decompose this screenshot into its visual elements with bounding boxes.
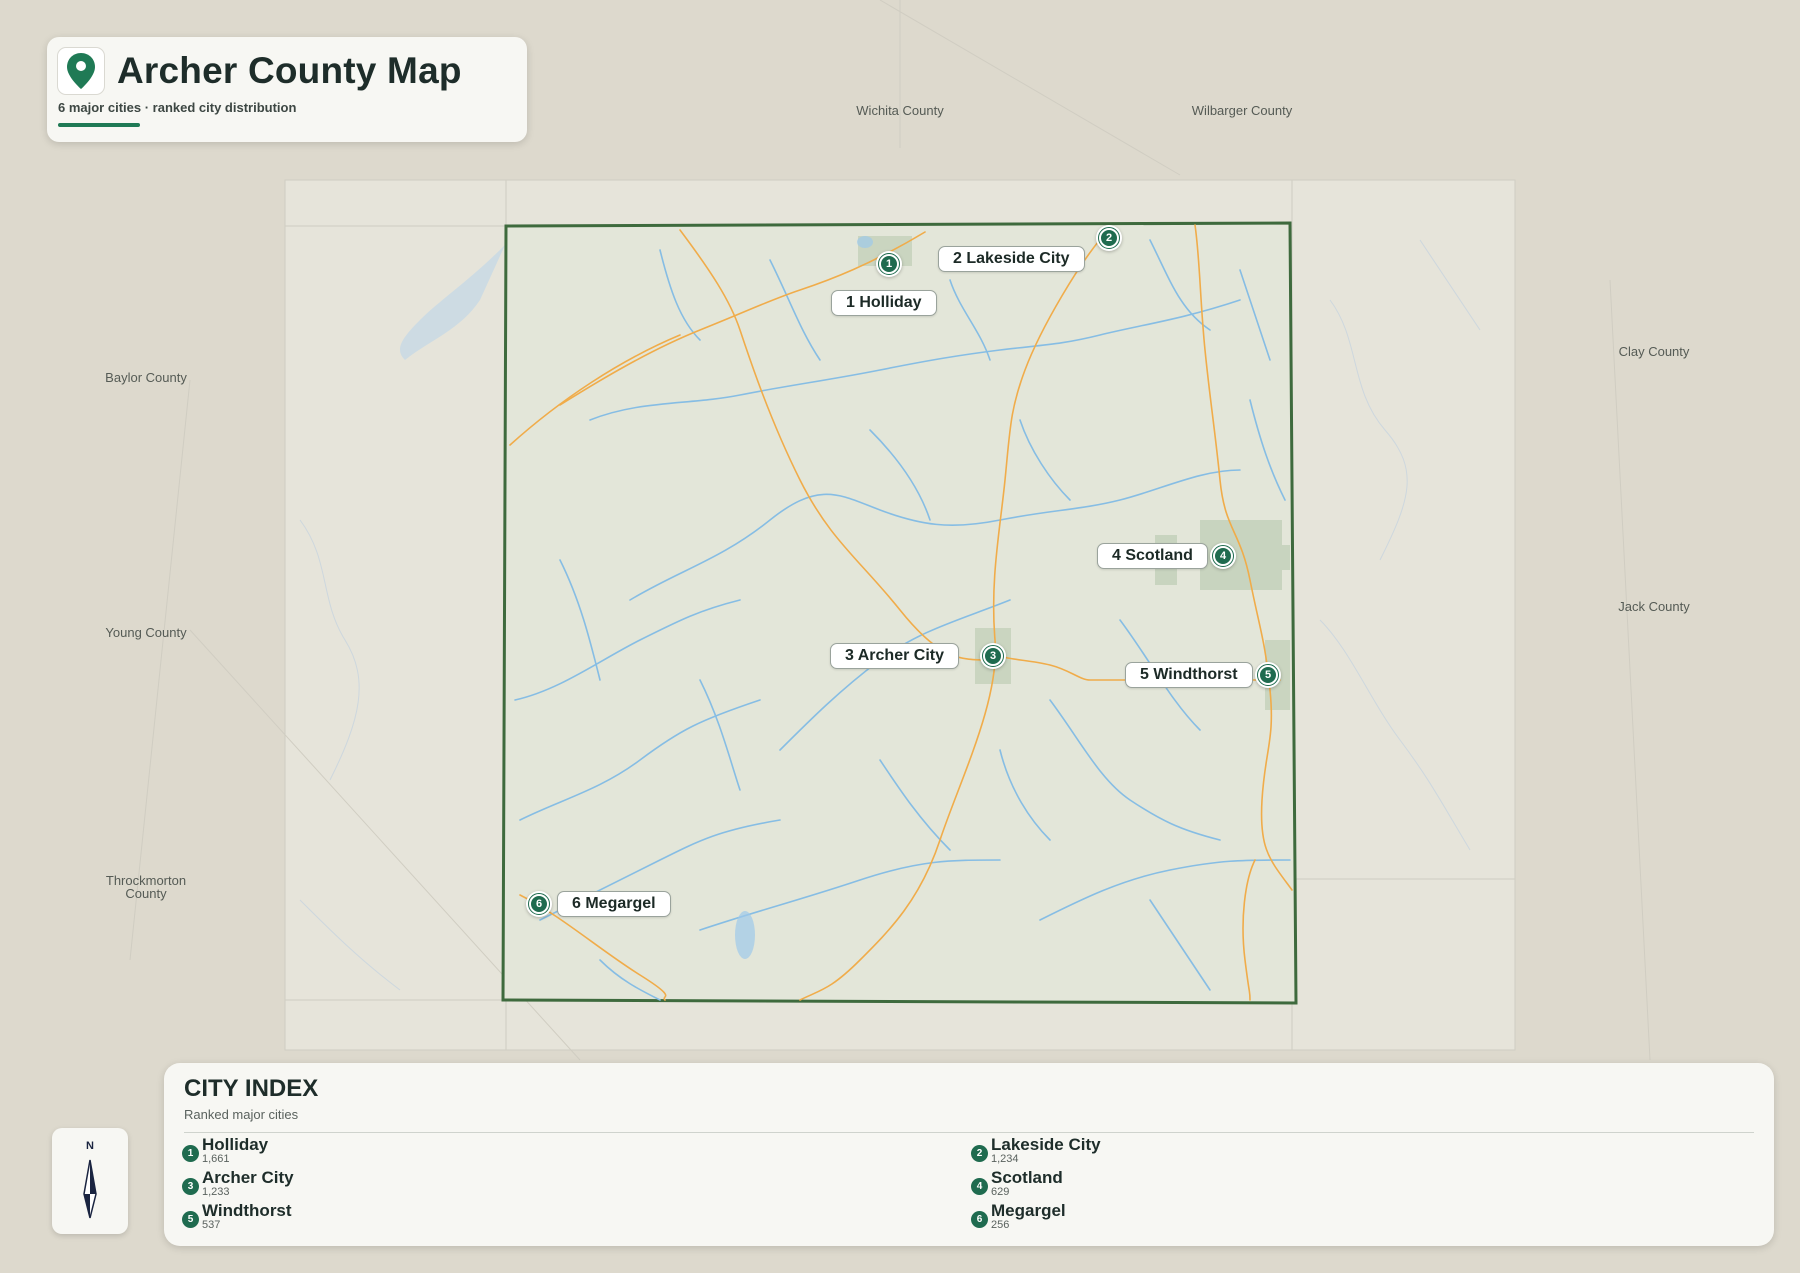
index-city-population: 256: [991, 1219, 1010, 1231]
index-rank-badge: 3: [182, 1178, 199, 1195]
neighbor-county-label: Throckmorton County: [105, 873, 187, 901]
index-city-name: Lakeside City: [991, 1135, 1101, 1154]
page-subtitle: 6 major cities · ranked city distributio…: [58, 100, 297, 115]
index-rank-badge: 4: [971, 1178, 988, 1195]
title-card: Archer County Map 6 major cities · ranke…: [47, 37, 527, 142]
index-entry-holliday[interactable]: 1 Holliday 1,661: [182, 1135, 682, 1170]
index-city-name: Windthorst: [202, 1201, 292, 1220]
index-rank-badge: 2: [971, 1145, 988, 1162]
city-marker-lakeside-city[interactable]: 2: [1096, 225, 1122, 251]
index-city-population: 1,234: [991, 1153, 1019, 1165]
city-marker-windthorst[interactable]: 5: [1255, 662, 1281, 688]
neighbor-county-label: Clay County: [1618, 344, 1690, 359]
index-entry-scotland[interactable]: 4 Scotland 629: [971, 1168, 1471, 1203]
index-rank-badge: 6: [971, 1211, 988, 1228]
map-pin-icon: [57, 47, 105, 95]
index-entry-lakeside-city[interactable]: 2 Lakeside City 1,234: [971, 1135, 1471, 1170]
page-title: Archer County Map: [117, 50, 462, 91]
index-entry-megargel[interactable]: 6 Megargel 256: [971, 1201, 1471, 1236]
index-city-name: Holliday: [202, 1135, 269, 1154]
neighbor-county-label: Baylor County: [105, 370, 187, 385]
neighbor-county-label: Jack County: [1618, 599, 1690, 614]
city-index-panel: CITY INDEX Ranked major cities 1 Hollida…: [164, 1063, 1774, 1246]
compass: N: [52, 1128, 128, 1234]
city-marker-archer-city[interactable]: 3: [980, 643, 1006, 669]
title-underline: [58, 123, 140, 127]
index-city-name: Archer City: [202, 1168, 294, 1187]
north-arrow-icon: [83, 1159, 97, 1219]
city-label-windthorst[interactable]: 5 Windthorst: [1125, 662, 1253, 688]
index-city-name: Megargel: [991, 1201, 1066, 1220]
city-label-scotland[interactable]: 4 Scotland: [1097, 543, 1208, 569]
county-boundary: [501, 221, 1298, 1005]
city-label-megargel[interactable]: 6 Megargel: [557, 891, 671, 917]
index-rank-badge: 5: [182, 1211, 199, 1228]
city-label-holliday[interactable]: 1 Holliday: [831, 290, 937, 316]
neighbor-county-label: Wilbarger County: [1191, 103, 1293, 118]
index-city-name: Scotland: [991, 1168, 1063, 1187]
index-entry-archer-city[interactable]: 3 Archer City 1,233: [182, 1168, 682, 1203]
index-rank-badge: 1: [182, 1145, 199, 1162]
index-subtitle: Ranked major cities: [184, 1107, 299, 1122]
city-label-lakeside-city[interactable]: 2 Lakeside City: [938, 246, 1085, 272]
index-entry-windthorst[interactable]: 5 Windthorst 537: [182, 1201, 682, 1236]
city-label-archer-city[interactable]: 3 Archer City: [830, 643, 959, 669]
neighbor-county-label: Wichita County: [856, 103, 944, 118]
index-title: CITY INDEX: [184, 1075, 319, 1102]
index-city-population: 1,233: [202, 1186, 230, 1198]
index-city-population: 537: [202, 1219, 221, 1231]
index-city-population: 1,661: [202, 1153, 230, 1165]
city-marker-scotland[interactable]: 4: [1210, 543, 1236, 569]
city-marker-megargel[interactable]: 6: [526, 891, 552, 917]
neighbor-county-label: Young County: [105, 625, 187, 640]
city-marker-holliday[interactable]: 1: [876, 251, 902, 277]
index-city-population: 629: [991, 1186, 1010, 1198]
index-divider: [184, 1132, 1754, 1133]
